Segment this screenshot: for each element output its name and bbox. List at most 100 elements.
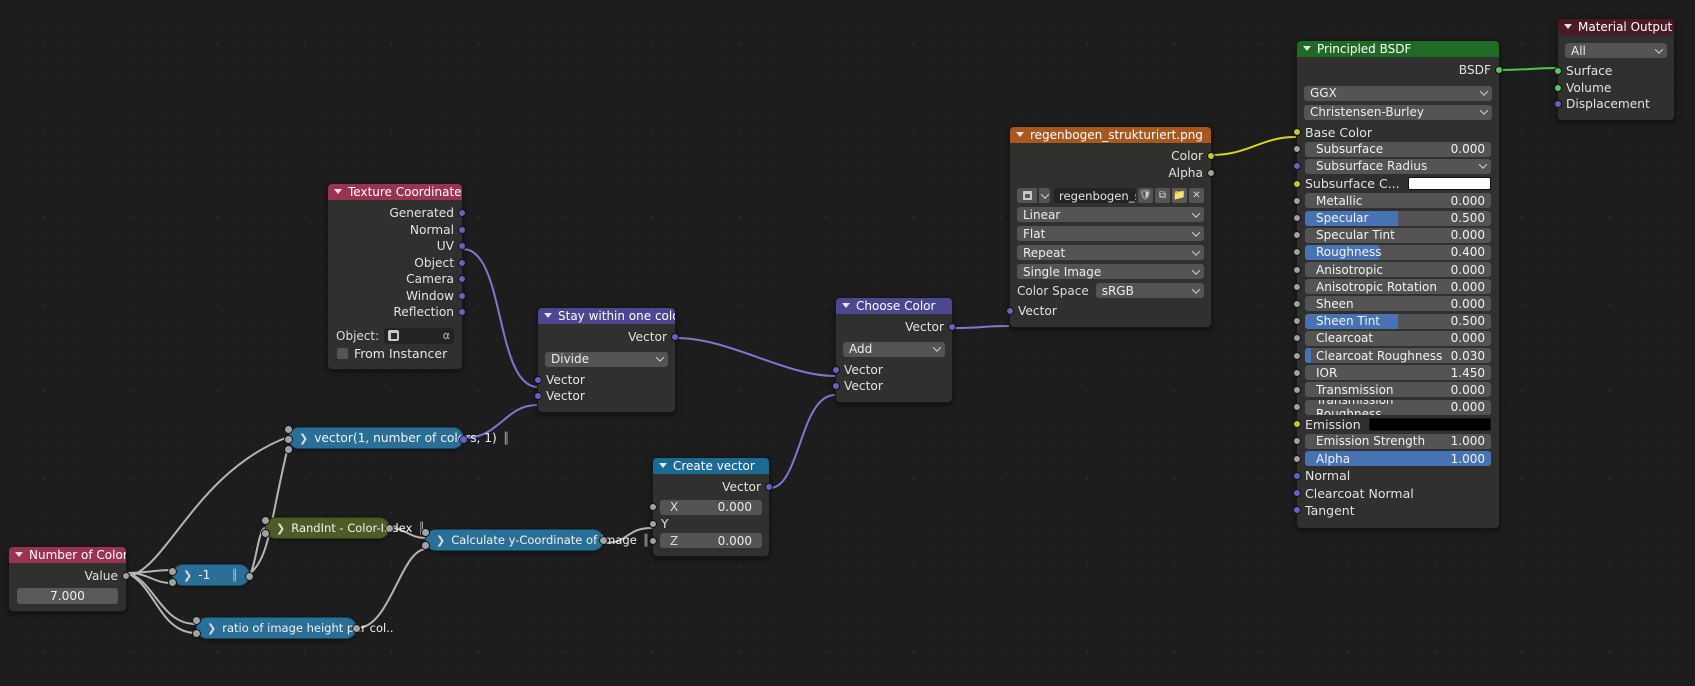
socket-out-camera[interactable]: [458, 275, 466, 284]
socket-in-emission-strength[interactable]: [1293, 437, 1301, 446]
socket-in-2[interactable]: [421, 541, 430, 550]
node-randint-color-index[interactable]: ❯ RandInt - Color-Index ║: [261, 516, 425, 539]
socket-out-1[interactable]: [599, 536, 608, 545]
socket-in-vector[interactable]: [1006, 307, 1014, 316]
value-field[interactable]: 7.000: [17, 587, 118, 604]
socket-in-1[interactable]: [261, 516, 270, 525]
folder-icon[interactable]: 📁: [1172, 188, 1187, 203]
source-dropdown[interactable]: Single Image: [1017, 264, 1204, 279]
slider-subsurface[interactable]: Subsurface 0.000: [1305, 141, 1491, 157]
color-swatch-emission[interactable]: [1368, 417, 1491, 431]
expand-arrow-icon[interactable]: ❯: [276, 522, 285, 535]
socket-out-uv[interactable]: [458, 242, 466, 251]
socket-in-clearcoat-normal[interactable]: [1293, 489, 1301, 498]
collapse-chevron-icon[interactable]: [15, 551, 24, 560]
socket-out-1[interactable]: [245, 572, 254, 581]
source-row[interactable]: Single Image: [1010, 263, 1211, 280]
socket-in-sheen-tint[interactable]: [1293, 317, 1301, 326]
socket-in-anisotropic-rotation[interactable]: [1293, 282, 1301, 291]
socket-in-emission[interactable]: [1293, 420, 1301, 429]
socket-in-volume[interactable]: [1554, 83, 1562, 92]
image-browse-icon[interactable]: [1017, 188, 1037, 203]
copy-icon[interactable]: ⧉: [1155, 188, 1170, 203]
socket-in-base-color[interactable]: [1293, 128, 1301, 137]
node-calculate-y-coordinate[interactable]: ❯ Calculate y-Coordinate of Image ║: [421, 528, 649, 551]
input-z-row[interactable]: Z 0.000: [649, 532, 769, 549]
socket-in-displacement[interactable]: [1554, 100, 1562, 109]
node-vector-expr[interactable]: ❯ vector(1, number of colors, 1) ║: [284, 425, 509, 454]
socket-in-1[interactable]: [421, 528, 430, 537]
collapse-chevron-icon[interactable]: [659, 462, 668, 471]
slider-anisotropic[interactable]: Anisotropic 0.000: [1305, 262, 1491, 278]
subsurface-method-row[interactable]: Christensen-Burley: [1297, 104, 1499, 121]
socket-out-bsdf[interactable]: [1495, 66, 1503, 75]
socket-in-z[interactable]: [649, 536, 657, 545]
expand-arrow-icon[interactable]: ❯: [299, 432, 308, 445]
socket-in-2[interactable]: [261, 529, 270, 538]
expand-arrow-icon[interactable]: ❯: [436, 534, 445, 547]
object-field[interactable]: ⍺: [384, 327, 454, 344]
socket-in-1[interactable]: [192, 616, 201, 625]
object-picker-row[interactable]: Object: ⍺: [328, 327, 462, 345]
expand-arrow-icon[interactable]: ❯: [207, 622, 216, 635]
socket-in-transmission-roughness[interactable]: [1293, 403, 1301, 412]
slider-clearcoat[interactable]: Clearcoat 0.000: [1305, 330, 1491, 346]
color-space-row[interactable]: Color Space sRGB: [1010, 282, 1211, 299]
socket-in-metallic[interactable]: [1293, 196, 1301, 205]
extension-row[interactable]: Repeat: [1010, 244, 1211, 261]
slider-clearcoat-roughness[interactable]: Clearcoat Roughness 0.030: [1305, 348, 1491, 364]
operation-row[interactable]: Divide: [538, 351, 675, 368]
node-header[interactable]: Stay within one color: [538, 308, 675, 324]
socket-in-sheen[interactable]: [1293, 299, 1301, 308]
subsurface-method-dropdown[interactable]: Christensen-Burley: [1304, 104, 1492, 120]
color-swatch-subsurface-c-[interactable]: [1407, 177, 1491, 191]
node-minus-one[interactable]: ❯ -1 ║: [168, 564, 254, 587]
distribution-dropdown[interactable]: GGX: [1304, 85, 1492, 101]
node-create-vector[interactable]: Create vector Vector X 0.000 Y Z 0.000: [649, 457, 773, 557]
node-header[interactable]: Texture Coordinate: [328, 184, 462, 200]
socket-out-normal[interactable]: [458, 225, 466, 234]
input-x-row[interactable]: X 0.000: [649, 499, 769, 516]
node-number-of-colors[interactable]: Number of Colors Value 7.000: [8, 546, 130, 612]
socket-in-alpha[interactable]: [1293, 454, 1301, 463]
eyedropper-icon[interactable]: ⍺: [443, 329, 450, 342]
node-editor-canvas[interactable]: Texture Coordinate Generated Normal UV O…: [0, 0, 1695, 686]
socket-in-3[interactable]: [284, 445, 293, 454]
socket-in-subsurface-radius[interactable]: [1293, 162, 1301, 171]
socket-out-window[interactable]: [458, 291, 466, 300]
socket-in-vector-2[interactable]: [832, 382, 840, 391]
slider-ior[interactable]: IOR 1.450: [1305, 365, 1491, 381]
socket-out-value[interactable]: [122, 572, 130, 581]
target-row[interactable]: All: [1558, 42, 1674, 59]
collapse-chevron-icon[interactable]: [1016, 131, 1025, 140]
from-instancer-checkbox[interactable]: [337, 347, 348, 359]
socket-in-roughness[interactable]: [1293, 248, 1301, 257]
node-header[interactable]: Create vector: [653, 458, 769, 474]
slider-transmission-roughness[interactable]: Transmission Roughness 0.000: [1305, 399, 1491, 415]
socket-in-vector-1[interactable]: [832, 365, 840, 374]
close-icon[interactable]: ✕: [1189, 188, 1204, 203]
socket-out-generated[interactable]: [458, 209, 466, 218]
distribution-row[interactable]: GGX: [1297, 85, 1499, 102]
x-field[interactable]: X 0.000: [660, 499, 762, 515]
socket-in-normal[interactable]: [1293, 471, 1301, 480]
operation-dropdown[interactable]: Divide: [545, 351, 668, 367]
socket-in-anisotropic[interactable]: [1293, 265, 1301, 274]
socket-in-y[interactable]: [649, 519, 657, 528]
chevron-down-icon[interactable]: [1039, 188, 1050, 203]
socket-in-subsurface[interactable]: [1293, 145, 1301, 154]
socket-out-1[interactable]: [352, 624, 361, 633]
expand-arrow-icon[interactable]: ❯: [183, 569, 192, 582]
operation-dropdown[interactable]: Add: [843, 341, 945, 357]
collapse-chevron-icon[interactable]: [1303, 45, 1312, 54]
socket-in-2[interactable]: [168, 578, 177, 587]
from-instancer-row[interactable]: From Instancer: [328, 345, 462, 362]
node-ratio-image-height[interactable]: ❯ ratio of image height per col..: [192, 616, 394, 639]
socket-out-object[interactable]: [458, 258, 466, 267]
socket-in-transmission[interactable]: [1293, 385, 1301, 394]
socket-in-clearcoat-roughness[interactable]: [1293, 351, 1301, 360]
socket-out-1[interactable]: [385, 524, 394, 533]
projection-dropdown[interactable]: Flat: [1017, 226, 1204, 241]
image-file-row[interactable]: regenbogen_str... 🛡 ⧉ 📁 ✕: [1010, 187, 1211, 204]
slider-transmission[interactable]: Transmission 0.000: [1305, 382, 1491, 398]
